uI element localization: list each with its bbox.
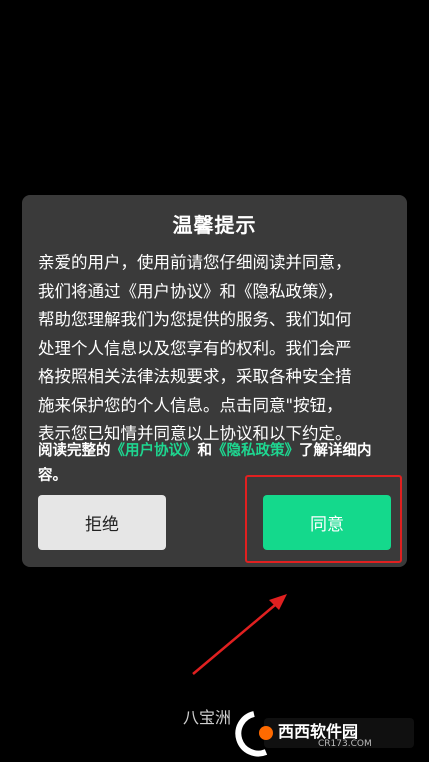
links-and: 和 [197, 443, 213, 459]
body-line: 格按照相关法律法规要求，采取各种安全措 [38, 367, 352, 386]
body-line: 亲爱的用户，使用前请您仔细阅读并同意， [38, 253, 352, 272]
body-line: 帮助您理解我们为您提供的服务、我们如何 [38, 310, 352, 329]
watermark-logo-sub: CR173.COM [318, 739, 372, 749]
dialog-body: 亲爱的用户，使用前请您仔细阅读并同意， 我们将通过《用户协议》和《隐私政策》， … [38, 249, 391, 449]
dialog-title: 温馨提示 [172, 213, 257, 237]
annotation-arrow-icon [192, 594, 287, 675]
privacy-policy-link[interactable]: 《隐私政策》 [212, 443, 299, 459]
body-line: 施来保护您的个人信息。点击同意"按钮， [38, 395, 343, 415]
annotation-highlight-box [245, 475, 402, 563]
links-prefix: 阅读完整的 [38, 443, 111, 459]
body-line: 我们将通过《用户协议》和《隐私政策》， [38, 281, 344, 301]
user-agreement-link[interactable]: 《用户协议》 [111, 443, 198, 459]
decline-button[interactable]: 拒绝 [38, 495, 166, 550]
body-line: 处理个人信息以及您享有的权利。我们会严 [38, 338, 352, 358]
